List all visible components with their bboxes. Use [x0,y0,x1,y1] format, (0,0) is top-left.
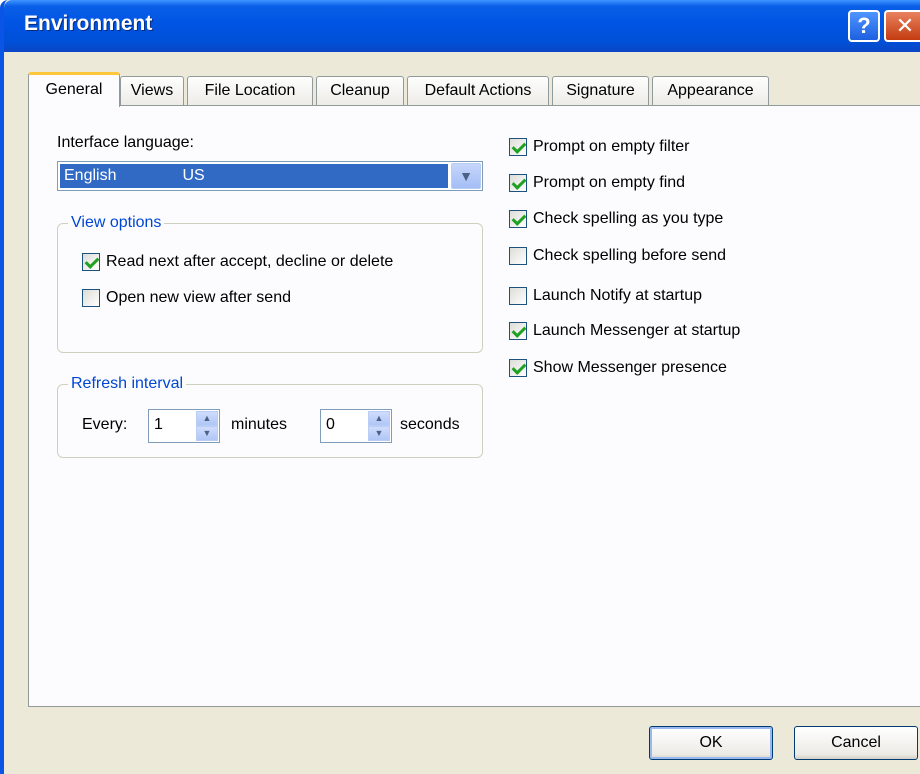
tab-cleanup[interactable]: Cleanup [316,76,404,106]
cancel-button[interactable]: Cancel [794,726,918,760]
tab-file-location[interactable]: File Location [187,76,313,106]
read-next-checkbox[interactable] [82,253,100,271]
spell-as-type-label: Check spelling as you type [533,210,724,227]
open-new-view-label: Open new view after send [106,289,291,306]
minutes-value: 1 [154,416,163,433]
refresh-interval-group: Refresh interval Every: 1 ▲ ▼ minutes 0 … [57,374,483,458]
option-launch-messenger[interactable]: Launch Messenger at startup [509,322,740,340]
chevron-down-icon[interactable]: ▼ [451,163,481,189]
minutes-down-icon[interactable]: ▼ [196,426,218,441]
close-button[interactable]: ✕ [884,10,920,42]
interface-language-value: English US [60,164,448,188]
tab-signature[interactable]: Signature [552,76,649,106]
view-options-group: View options Read next after accept, dec… [57,213,483,353]
tab-default-actions[interactable]: Default Actions [407,76,549,106]
ok-button[interactable]: OK [649,726,773,760]
tab-views[interactable]: Views [120,76,184,106]
close-icon: ✕ [895,13,915,38]
window-title: Environment [24,12,153,35]
read-next-option[interactable]: Read next after accept, decline or delet… [82,253,393,271]
help-button[interactable]: ? [848,10,880,42]
seconds-value: 0 [326,416,335,433]
minutes-up-icon[interactable]: ▲ [196,411,218,426]
launch-messenger-checkbox[interactable] [509,322,527,340]
seconds-down-icon[interactable]: ▼ [368,426,390,441]
seconds-up-icon[interactable]: ▲ [368,411,390,426]
seconds-label: seconds [400,416,460,433]
title-bar[interactable]: Environment ? ✕ [4,0,920,52]
option-prompt-empty-filter[interactable]: Prompt on empty filter [509,138,690,156]
tab-general[interactable]: General [28,72,120,107]
spell-before-send-label: Check spelling before send [533,247,727,264]
refresh-interval-title: Refresh interval [68,374,187,394]
language-name: English [64,167,117,184]
help-icon: ? [857,13,871,38]
open-new-view-option[interactable]: Open new view after send [82,289,291,307]
spell-before-send-checkbox[interactable] [509,247,527,265]
prompt-empty-find-checkbox[interactable] [509,174,527,192]
option-launch-notify[interactable]: Launch Notify at startup [509,287,702,305]
view-options-title: View options [68,213,165,233]
interface-language-select[interactable]: English US ▼ [57,161,483,191]
option-spell-as-type[interactable]: Check spelling as you type [509,210,723,228]
read-next-label: Read next after accept, decline or delet… [106,253,394,270]
option-prompt-empty-find[interactable]: Prompt on empty find [509,174,685,192]
minutes-label: minutes [231,416,288,433]
tab-appearance[interactable]: Appearance [652,76,769,106]
messenger-presence-label: Show Messenger presence [533,359,727,376]
launch-notify-checkbox[interactable] [509,287,527,305]
prompt-empty-filter-checkbox[interactable] [509,138,527,156]
environment-dialog: Environment ? ✕ General Views File Locat… [0,0,920,774]
open-new-view-checkbox[interactable] [82,289,100,307]
spell-as-type-checkbox[interactable] [509,210,527,228]
every-label: Every: [82,416,128,433]
general-tab-panel: Interface language: English US ▼ View opt… [28,105,920,707]
seconds-stepper[interactable]: 0 ▲ ▼ [320,409,392,443]
interface-language-label: Interface language: [57,134,194,151]
minutes-stepper[interactable]: 1 ▲ ▼ [148,409,220,443]
launch-notify-label: Launch Notify at startup [533,287,702,304]
launch-messenger-label: Launch Messenger at startup [533,322,741,339]
prompt-empty-find-label: Prompt on empty find [533,174,686,191]
prompt-empty-filter-label: Prompt on empty filter [533,138,690,155]
option-messenger-presence[interactable]: Show Messenger presence [509,359,727,377]
messenger-presence-checkbox[interactable] [509,359,527,377]
language-region: US [182,167,205,184]
option-spell-before-send[interactable]: Check spelling before send [509,247,726,265]
